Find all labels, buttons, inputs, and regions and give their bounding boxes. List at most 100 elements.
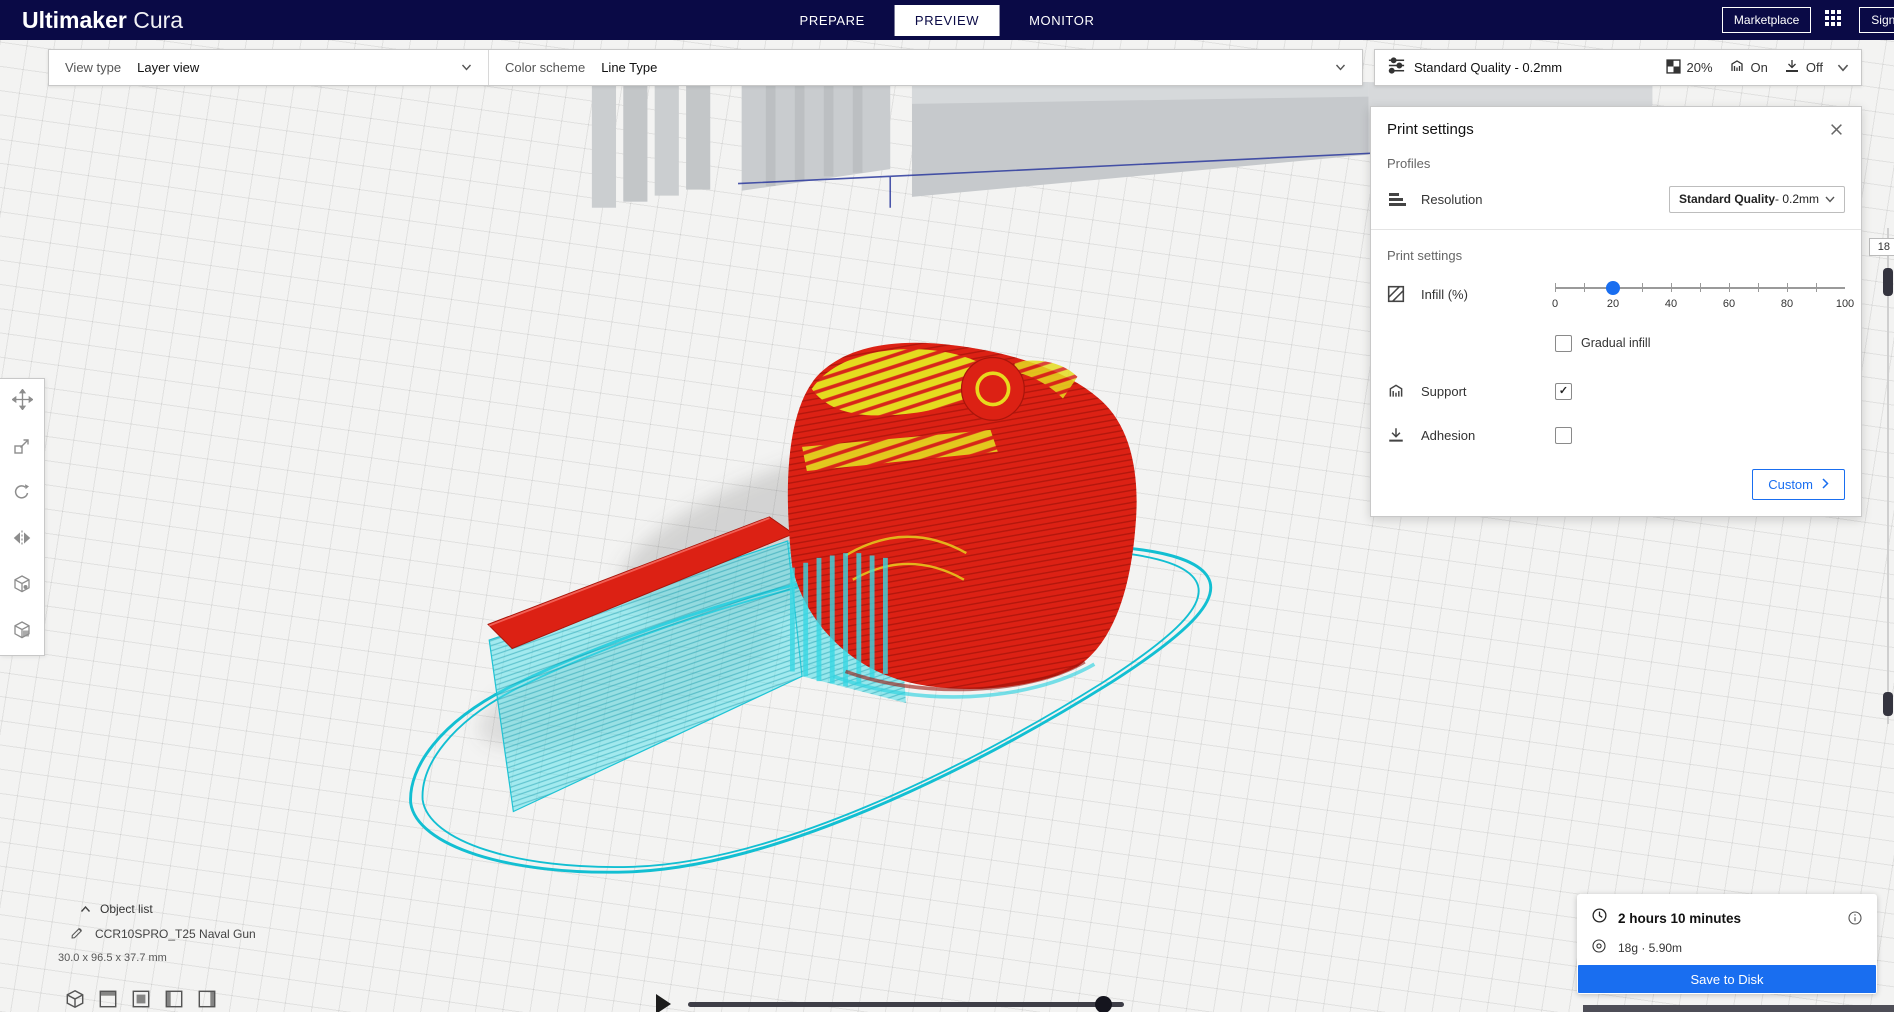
view-type-label: View type <box>65 60 122 75</box>
view-3d-icon[interactable] <box>64 988 86 1010</box>
support-label: Support <box>1421 383 1467 399</box>
resolution-dropdown[interactable]: Standard Quality - 0.2mm <box>1669 185 1845 213</box>
summary-infill: 20% <box>1665 58 1713 77</box>
gradual-infill-checkbox[interactable] <box>1555 334 1572 352</box>
move-icon <box>10 388 34 415</box>
print-settings-summary[interactable]: Standard Quality - 0.2mm 20% On Off <box>1374 49 1862 86</box>
view-type-value: Layer view <box>137 60 200 75</box>
tab-preview[interactable]: PREVIEW <box>894 4 1000 36</box>
profiles-heading: Profiles <box>1387 156 1431 171</box>
header-right: Marketplace Sign in <box>1721 7 1894 33</box>
support-icon <box>1729 58 1745 77</box>
resolution-label: Resolution <box>1421 191 1483 207</box>
slider-track[interactable] <box>1555 287 1845 289</box>
summary-adhesion: Off <box>1784 58 1823 77</box>
apps-grid-icon[interactable] <box>1825 10 1845 30</box>
view-options-bar: View type Layer view Color scheme Line T… <box>48 49 1363 86</box>
rotate-icon <box>12 482 32 507</box>
view-front-icon[interactable] <box>97 988 119 1010</box>
adhesion-icon <box>1784 58 1800 77</box>
chevron-down-icon <box>461 64 472 71</box>
brand-bold: Ultimaker <box>22 6 127 33</box>
color-scheme-label: Color scheme <box>505 60 586 75</box>
panel-title: Print settings <box>1387 121 1474 138</box>
scale-tool-button[interactable] <box>0 425 44 471</box>
mirror-tool-button[interactable] <box>0 517 44 563</box>
custom-settings-button[interactable]: Custom <box>1752 469 1845 500</box>
print-estimate-card: 2 hours 10 minutes 18g · 5.90m Save to D… <box>1577 894 1877 994</box>
per-model-settings-button[interactable] <box>0 563 44 609</box>
marketplace-button[interactable]: Marketplace <box>1721 7 1812 33</box>
edit-pencil-icon[interactable] <box>70 925 85 943</box>
view-right-icon[interactable] <box>196 988 218 1010</box>
infill-density-icon <box>1665 58 1681 77</box>
collapse-chevron-icon <box>80 902 91 916</box>
chevron-down-icon <box>1335 64 1346 71</box>
adhesion-icon <box>1387 426 1409 444</box>
move-tool-button[interactable] <box>0 379 44 425</box>
tab-prepare[interactable]: PREPARE <box>780 5 885 36</box>
print-settings-heading: Print settings <box>1387 248 1463 263</box>
play-icon[interactable] <box>656 994 671 1012</box>
object-list-toggle[interactable]: Object list <box>80 902 256 916</box>
rotate-tool-button[interactable] <box>0 471 44 517</box>
close-icon[interactable] <box>1828 121 1845 138</box>
layer-slider-track[interactable] <box>1887 228 1889 724</box>
chevron-down-icon <box>1825 196 1835 203</box>
app-logo: Ultimaker Cura <box>22 7 183 34</box>
layer-slider-handle-bottom[interactable] <box>1883 692 1893 716</box>
view-type-dropdown[interactable]: View type Layer view <box>49 50 489 85</box>
view-top-icon[interactable] <box>130 988 152 1010</box>
infill-icon <box>1387 285 1409 303</box>
summary-support: On <box>1729 58 1768 77</box>
save-to-disk-button[interactable]: Save to Disk <box>1578 965 1876 993</box>
info-icon[interactable] <box>1847 910 1863 926</box>
support-checkbox[interactable]: ✓ <box>1555 382 1572 400</box>
color-scheme-dropdown[interactable]: Color scheme Line Type <box>489 50 1362 85</box>
adhesion-label: Adhesion <box>1421 427 1476 443</box>
chevron-right-icon <box>1822 477 1829 492</box>
simulation-slider-handle[interactable] <box>1095 995 1112 1012</box>
gradual-infill-row: Gradual infill <box>1387 329 1845 357</box>
simulation-slider[interactable] <box>688 995 1124 1012</box>
layer-slider-handle-top[interactable] <box>1883 268 1893 296</box>
left-toolbar <box>0 378 45 656</box>
stage-menu: PREPARE PREVIEW MONITOR <box>780 4 1115 36</box>
header: Ultimaker Cura PREPARE PREVIEW MONITOR M… <box>0 0 1894 40</box>
tab-monitor[interactable]: MONITOR <box>1009 5 1114 36</box>
infill-label: Infill (%) <box>1421 286 1468 302</box>
adhesion-row: Adhesion <box>1387 421 1845 449</box>
per-model-settings-icon <box>12 574 32 599</box>
support-icon <box>1387 382 1409 400</box>
sign-in-button[interactable]: Sign in <box>1859 7 1894 33</box>
resolution-row: Resolution Standard Quality - 0.2mm <box>1387 185 1845 213</box>
summary-profile: Standard Quality - 0.2mm <box>1414 60 1563 75</box>
simulation-controls <box>656 994 1124 1012</box>
time-estimate: 2 hours 10 minutes <box>1618 910 1742 926</box>
mirror-icon <box>12 528 32 553</box>
chevron-down-icon[interactable] <box>1837 64 1849 72</box>
support-row: Support ✓ <box>1387 377 1845 405</box>
camera-view-presets <box>64 988 218 1010</box>
infill-slider-handle[interactable] <box>1606 281 1620 295</box>
print-settings-panel: Print settings Profiles Resolution Stand… <box>1370 106 1862 517</box>
color-scheme-value: Line Type <box>601 60 658 75</box>
resolution-layers-icon <box>1387 191 1409 208</box>
adhesion-checkbox[interactable] <box>1555 426 1572 444</box>
clock-icon <box>1591 907 1608 929</box>
object-dimensions: 30.0 x 96.5 x 37.7 mm <box>58 952 167 964</box>
object-list-item[interactable]: CCR10SPRO_T25 Naval Gun <box>70 925 256 943</box>
settings-sliders-icon <box>1387 56 1406 80</box>
material-estimate: 18g · 5.90m <box>1618 940 1683 955</box>
cura-app: Ultimaker Cura PREPARE PREVIEW MONITOR M… <box>0 0 1894 1012</box>
object-name: CCR10SPRO_T25 Naval Gun <box>95 927 256 941</box>
bottom-right-bar <box>1583 1005 1894 1012</box>
support-blocker-icon <box>12 620 32 645</box>
layer-number-tooltip: 18 <box>1868 238 1894 256</box>
gradual-infill-label: Gradual infill <box>1581 336 1651 350</box>
support-blocker-button[interactable] <box>0 609 44 655</box>
brand-light: Cura <box>126 6 184 33</box>
material-spool-icon <box>1591 938 1607 957</box>
view-left-icon[interactable] <box>163 988 185 1010</box>
infill-slider[interactable]: 0 20 40 60 80 100 <box>1552 277 1854 311</box>
